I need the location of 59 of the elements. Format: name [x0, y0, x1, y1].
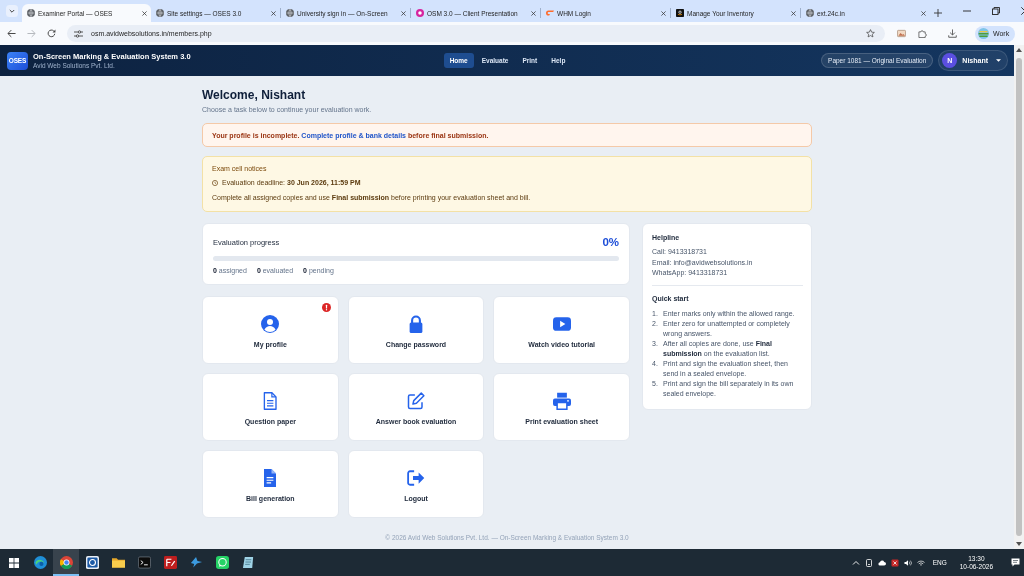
clock-icon	[212, 179, 218, 186]
chat-bubble-icon	[215, 556, 229, 569]
windows-logo-icon[interactable]	[8, 557, 19, 568]
close-icon[interactable]	[661, 10, 666, 16]
lock-icon	[407, 315, 425, 333]
close-icon[interactable]	[271, 10, 276, 16]
square-logo-icon	[163, 556, 177, 569]
minimize-icon[interactable]	[963, 7, 971, 15]
globe-icon	[806, 9, 814, 17]
swirl-logo-icon	[546, 9, 554, 17]
puzzle-piece-icon[interactable]	[918, 29, 927, 38]
download-icon[interactable]	[948, 29, 957, 38]
plus-icon[interactable]	[934, 9, 942, 17]
square-logo-icon	[85, 556, 99, 569]
restore-icon[interactable]	[992, 7, 1000, 15]
ring-logo-icon	[59, 556, 73, 569]
reload-icon[interactable]	[47, 29, 56, 38]
picture-icon[interactable]	[897, 29, 906, 38]
terminal-icon	[137, 556, 151, 569]
document-icon	[261, 392, 280, 410]
taskbar-button[interactable]	[53, 549, 79, 576]
chevron-down-icon[interactable]	[6, 5, 18, 17]
bird-icon	[189, 556, 203, 569]
globe-icon	[156, 9, 164, 17]
circle-logo-icon	[416, 9, 424, 17]
phone-icon[interactable]	[864, 558, 873, 567]
scroll-down-icon[interactable]	[1016, 542, 1022, 546]
notification-icon[interactable]	[1011, 558, 1020, 567]
logout-arrow-icon	[407, 469, 425, 487]
x-square-icon[interactable]	[890, 558, 899, 567]
profile-avatar-icon	[978, 28, 989, 39]
scroll-up-icon[interactable]	[1016, 48, 1022, 52]
user-circle-icon	[261, 315, 280, 333]
back-arrow-icon[interactable]	[7, 29, 16, 38]
close-icon[interactable]	[921, 10, 926, 16]
globe-icon	[286, 9, 294, 17]
close-icon[interactable]	[531, 10, 536, 16]
wifi-icon[interactable]	[916, 558, 925, 567]
pencil-square-icon	[407, 392, 425, 410]
welcome-heading: Welcome, Nishant	[202, 88, 307, 103]
star-icon[interactable]	[866, 29, 875, 38]
speaker-icon[interactable]	[903, 558, 912, 567]
wave-logo-icon	[33, 556, 47, 569]
close-icon[interactable]	[791, 10, 796, 16]
tune-icon[interactable]	[74, 29, 83, 38]
folder-icon	[111, 556, 125, 569]
scrollbar-thumb[interactable]	[1016, 58, 1022, 536]
printer-icon	[552, 392, 571, 410]
cloud-icon[interactable]	[877, 558, 886, 567]
close-icon[interactable]	[401, 10, 406, 16]
notepad-icon	[241, 556, 255, 569]
scrollbar[interactable]	[1014, 45, 1024, 549]
caret-icon	[996, 59, 1001, 62]
close-icon[interactable]	[142, 10, 147, 16]
square-logo-icon	[676, 9, 684, 17]
video-play-icon	[552, 315, 571, 333]
progress-percent: 0%	[602, 236, 619, 248]
chevron-up-icon[interactable]	[851, 558, 860, 567]
globe-icon	[27, 9, 35, 17]
